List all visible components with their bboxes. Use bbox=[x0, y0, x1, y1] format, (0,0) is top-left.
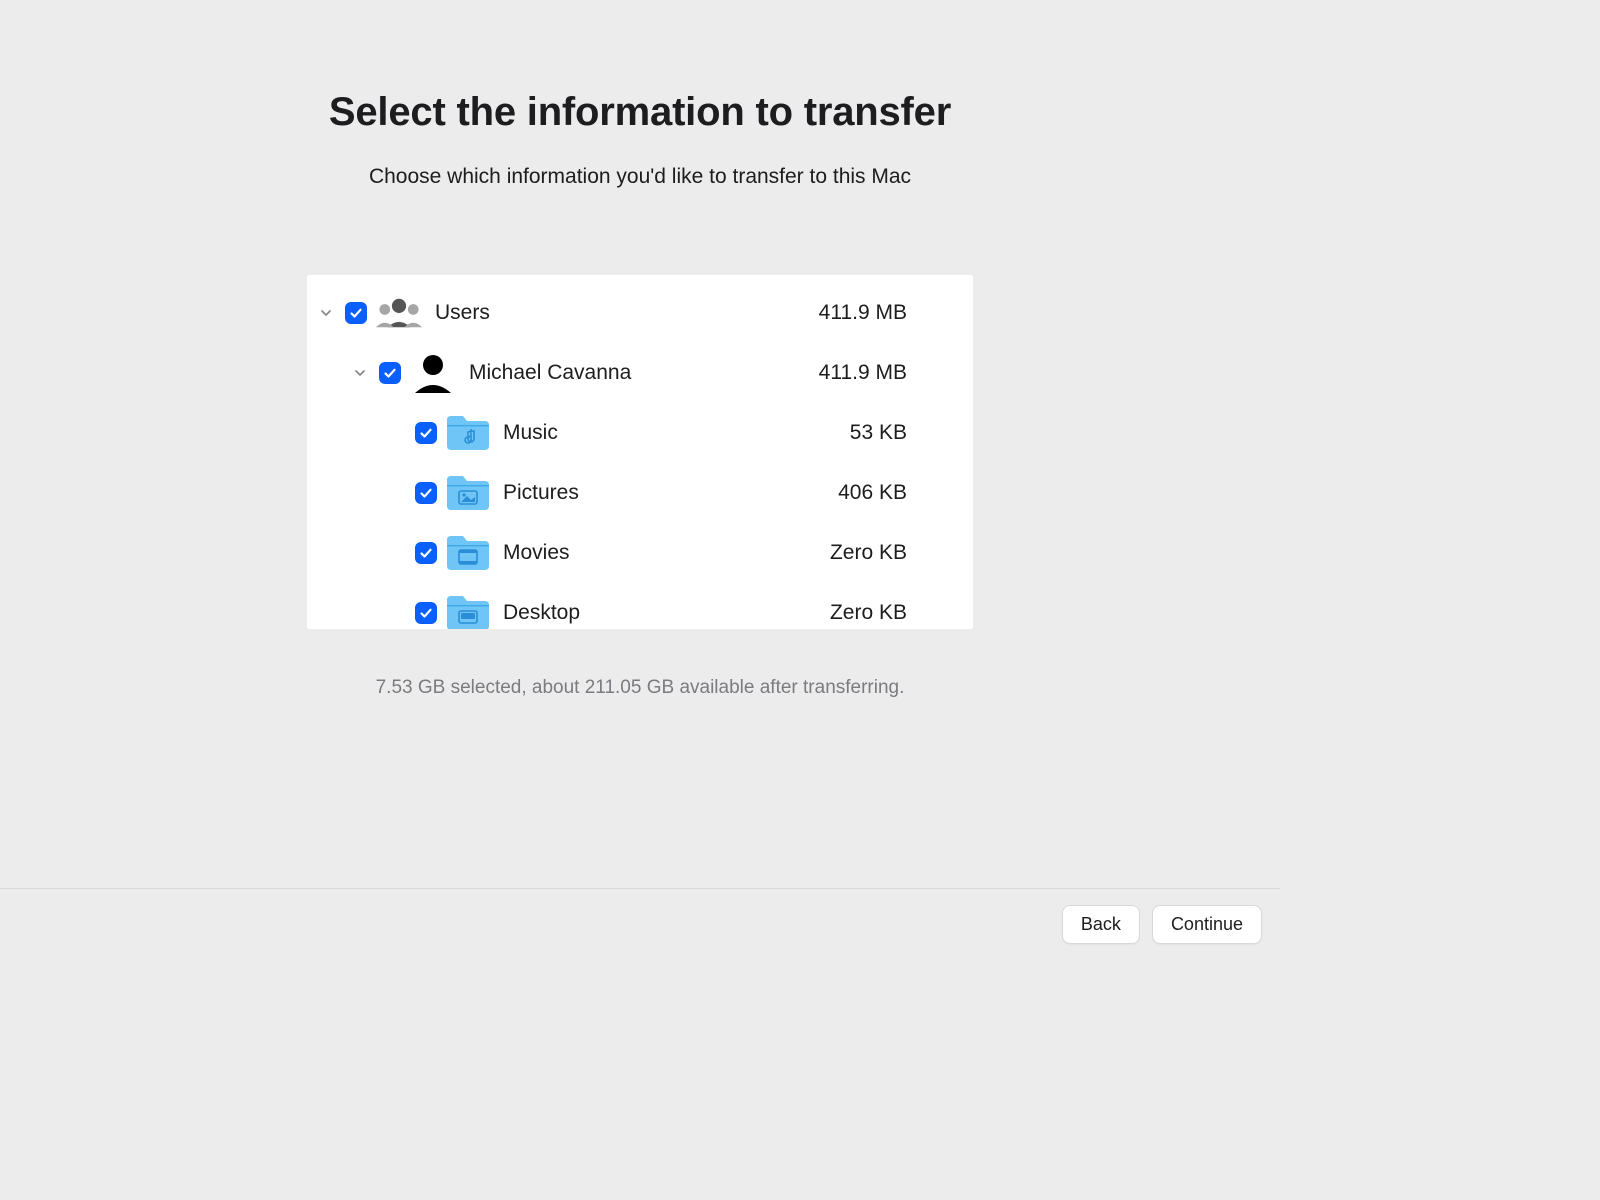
status-text: 7.53 GB selected, about 211.05 GB availa… bbox=[376, 677, 905, 699]
checkbox-movies[interactable] bbox=[415, 542, 437, 564]
migration-assistant-window: Select the information to transfer Choos… bbox=[0, 0, 1280, 960]
tree-row-movies[interactable]: Movies Zero KB bbox=[307, 523, 973, 583]
transfer-tree-panel: Users 411.9 MB Michael Cavanna bbox=[307, 275, 973, 629]
checkbox-user[interactable] bbox=[379, 362, 401, 384]
music-folder-icon bbox=[445, 413, 491, 453]
tree-size-music: 53 KB bbox=[850, 421, 907, 445]
tree-label-pictures: Pictures bbox=[503, 481, 579, 505]
tree-row-desktop[interactable]: Desktop Zero KB bbox=[307, 583, 973, 629]
tree-size-user: 411.9 MB bbox=[819, 361, 907, 385]
page-title: Select the information to transfer bbox=[329, 90, 951, 135]
tree-size-movies: Zero KB bbox=[830, 541, 907, 565]
movies-folder-icon bbox=[445, 533, 491, 573]
pictures-folder-icon bbox=[445, 473, 491, 513]
desktop-folder-icon bbox=[445, 593, 491, 629]
tree-size-users: 411.9 MB bbox=[819, 301, 907, 325]
tree-row-pictures[interactable]: Pictures 406 KB bbox=[307, 463, 973, 523]
tree-row-user[interactable]: Michael Cavanna 411.9 MB bbox=[307, 343, 973, 403]
tree-label-movies: Movies bbox=[503, 541, 570, 565]
checkbox-users[interactable] bbox=[345, 302, 367, 324]
chevron-down-icon[interactable] bbox=[351, 364, 369, 382]
tree-row-users[interactable]: Users 411.9 MB bbox=[307, 283, 973, 343]
back-button[interactable]: Back bbox=[1062, 905, 1140, 944]
users-group-icon bbox=[375, 291, 423, 335]
chevron-down-icon[interactable] bbox=[317, 304, 335, 322]
checkbox-pictures[interactable] bbox=[415, 482, 437, 504]
person-silhouette-icon bbox=[409, 351, 457, 395]
tree-row-music[interactable]: Music 53 KB bbox=[307, 403, 973, 463]
tree-label-users: Users bbox=[435, 301, 490, 325]
tree-size-desktop: Zero KB bbox=[830, 601, 907, 625]
main-content: Select the information to transfer Choos… bbox=[0, 0, 1280, 888]
checkbox-desktop[interactable] bbox=[415, 602, 437, 624]
tree-label-user: Michael Cavanna bbox=[469, 361, 631, 385]
tree-size-pictures: 406 KB bbox=[838, 481, 907, 505]
page-subtitle: Choose which information you'd like to t… bbox=[369, 165, 911, 189]
tree-label-music: Music bbox=[503, 421, 558, 445]
continue-button[interactable]: Continue bbox=[1152, 905, 1262, 944]
checkbox-music[interactable] bbox=[415, 422, 437, 444]
footer-bar: Back Continue bbox=[0, 888, 1280, 960]
tree-label-desktop: Desktop bbox=[503, 601, 580, 625]
